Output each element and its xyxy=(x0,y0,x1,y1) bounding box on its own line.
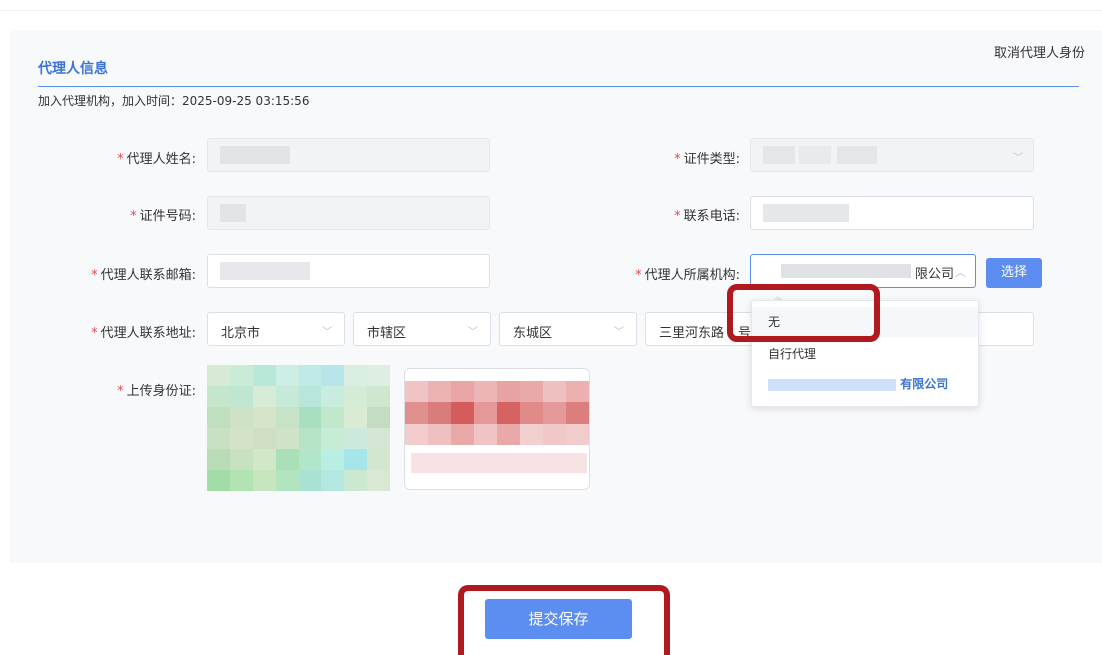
province-select[interactable]: 北京市 ﹀ xyxy=(207,312,345,346)
redacted-value xyxy=(220,204,246,222)
dropdown-option-company[interactable]: 有限公司 xyxy=(752,369,978,399)
chevron-down-icon: ﹀ xyxy=(322,327,332,338)
chevron-down-icon: ﹀ xyxy=(468,327,478,338)
chevron-up-icon: ︿ xyxy=(955,266,966,279)
phone-field[interactable] xyxy=(750,196,1034,230)
redacted-value xyxy=(220,262,310,280)
org-value-suffix: 限公司 xyxy=(915,267,955,282)
redacted-value xyxy=(781,264,911,278)
address-label: * 代理人联系地址: xyxy=(91,326,196,341)
district-select[interactable]: 东城区 ﹀ xyxy=(499,312,637,346)
id-number-field[interactable] xyxy=(207,196,490,230)
org-select[interactable]: 限公司 ︿ xyxy=(750,254,976,288)
join-info-text: 加入代理机构，加入时间：2025-09-25 03:15:56 xyxy=(38,94,310,108)
city-select[interactable]: 市辖区 ﹀ xyxy=(353,312,491,346)
redacted-value xyxy=(220,146,290,164)
required-mark: * xyxy=(130,209,137,224)
dropdown-option-self[interactable]: 自行代理 xyxy=(752,339,978,369)
required-mark: * xyxy=(91,326,98,341)
chevron-down-icon: ﹀ xyxy=(614,327,624,338)
id-type-label: * 证件类型: xyxy=(674,152,740,167)
section-title-rule xyxy=(38,86,1079,87)
required-mark: * xyxy=(635,268,642,283)
required-mark: * xyxy=(91,268,98,283)
required-mark: * xyxy=(674,152,681,167)
upload-id-label: * 上传身份证: xyxy=(117,384,196,399)
id-card-back-image[interactable] xyxy=(404,368,590,490)
id-card-back-strip xyxy=(411,453,587,473)
email-label: * 代理人联系邮箱: xyxy=(91,268,196,283)
required-mark: * xyxy=(117,152,124,167)
redacted-value xyxy=(763,204,849,222)
redacted-value xyxy=(837,146,877,164)
required-mark: * xyxy=(117,384,124,399)
email-field[interactable] xyxy=(207,254,490,288)
agent-name-label: * 代理人姓名: xyxy=(117,152,196,167)
id-card-front-image[interactable] xyxy=(207,365,390,491)
highlight-box-option xyxy=(727,284,880,342)
phone-label: * 联系电话: xyxy=(674,209,740,224)
select-org-button[interactable]: 选择 xyxy=(986,258,1042,288)
section-title: 代理人信息 xyxy=(38,61,108,77)
redacted-value xyxy=(799,146,831,164)
agent-name-field[interactable] xyxy=(207,138,490,172)
id-type-select[interactable]: ﹀ xyxy=(750,138,1034,172)
id-card-back-pixels xyxy=(405,381,589,445)
redacted-value xyxy=(768,378,896,391)
redacted-value xyxy=(763,146,795,164)
submit-save-button[interactable]: 提交保存 xyxy=(485,599,632,639)
id-number-label: * 证件号码: xyxy=(130,209,196,224)
org-label: * 代理人所属机构: xyxy=(635,268,740,283)
chevron-down-icon: ﹀ xyxy=(1013,153,1023,164)
top-divider xyxy=(0,10,1102,11)
cancel-agent-link[interactable]: 取消代理人身份 xyxy=(994,42,1085,61)
required-mark: * xyxy=(674,209,681,224)
